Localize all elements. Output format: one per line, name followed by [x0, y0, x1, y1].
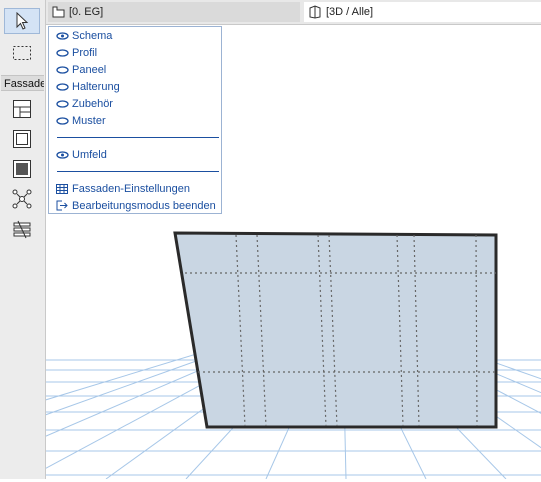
- eye-closed-icon: [55, 65, 69, 74]
- tab-floor-plan[interactable]: [0. EG]: [48, 2, 300, 22]
- accessory-icon[interactable]: [4, 216, 40, 242]
- tab-floor-plan-label: [0. EG]: [69, 6, 104, 18]
- menu-item-muster-label: Muster: [72, 114, 106, 127]
- pointer-arrow-icon[interactable]: [4, 8, 40, 34]
- menu-item-exit-edit-mode[interactable]: Bearbeitungsmodus beenden: [49, 197, 221, 214]
- eye-icon: [55, 150, 69, 159]
- menu-item-halterung[interactable]: Halterung: [49, 78, 221, 95]
- menu-item-muster[interactable]: Muster: [49, 112, 221, 129]
- menu-separator: [57, 171, 219, 172]
- panel-icon[interactable]: [4, 156, 40, 182]
- menu-item-zubehoer-label: Zubehör: [72, 97, 113, 110]
- menu-item-zubehoer[interactable]: Zubehör: [49, 95, 221, 112]
- 3d-view-icon: [309, 5, 321, 19]
- marquee-icon[interactable]: [4, 40, 40, 66]
- curtain-wall-icon[interactable]: [4, 96, 40, 122]
- menu-item-schema[interactable]: Schema: [49, 27, 221, 44]
- eye-closed-icon: [55, 48, 69, 57]
- floor-plan-icon: [52, 6, 65, 18]
- menu-item-profil-label: Profil: [72, 46, 98, 59]
- menu-item-profil[interactable]: Profil: [49, 44, 221, 61]
- toolbox: Fassade: [0, 0, 46, 479]
- menu-item-exit-edit-mode-label: Bearbeitungsmodus beenden: [72, 199, 216, 212]
- menu-item-paneel-label: Paneel: [72, 63, 107, 76]
- menu-item-paneel[interactable]: Paneel: [49, 61, 221, 78]
- frame-icon[interactable]: [4, 126, 40, 152]
- curtain-wall-edit-menu: Schema Profil Paneel Halterung Zubehör M…: [48, 26, 222, 214]
- view-tab-bar: [0. EG] [3D / Alle]: [46, 0, 541, 25]
- toolbox-section-label: Fassade: [1, 75, 44, 91]
- exit-icon: [56, 200, 68, 211]
- curtain-wall-panel: [173, 231, 498, 429]
- menu-item-halterung-label: Halterung: [72, 80, 120, 93]
- menu-item-umfeld-label: Umfeld: [72, 148, 107, 161]
- menu-item-schema-label: Schema: [72, 29, 113, 42]
- tab-3d-view-label: [3D / Alle]: [326, 6, 374, 18]
- eye-closed-icon: [55, 99, 69, 108]
- menu-item-umfeld[interactable]: Umfeld: [49, 146, 221, 163]
- settings-grid-icon: [56, 183, 68, 194]
- eye-closed-icon: [55, 116, 69, 125]
- menu-separator: [57, 137, 219, 138]
- junction-icon[interactable]: [4, 186, 40, 212]
- eye-closed-icon: [55, 82, 69, 91]
- menu-item-settings-label: Fassaden-Einstellungen: [72, 182, 191, 195]
- menu-item-settings[interactable]: Fassaden-Einstellungen: [49, 180, 221, 197]
- tab-3d-view[interactable]: [3D / Alle]: [304, 2, 541, 22]
- eye-icon: [55, 31, 69, 40]
